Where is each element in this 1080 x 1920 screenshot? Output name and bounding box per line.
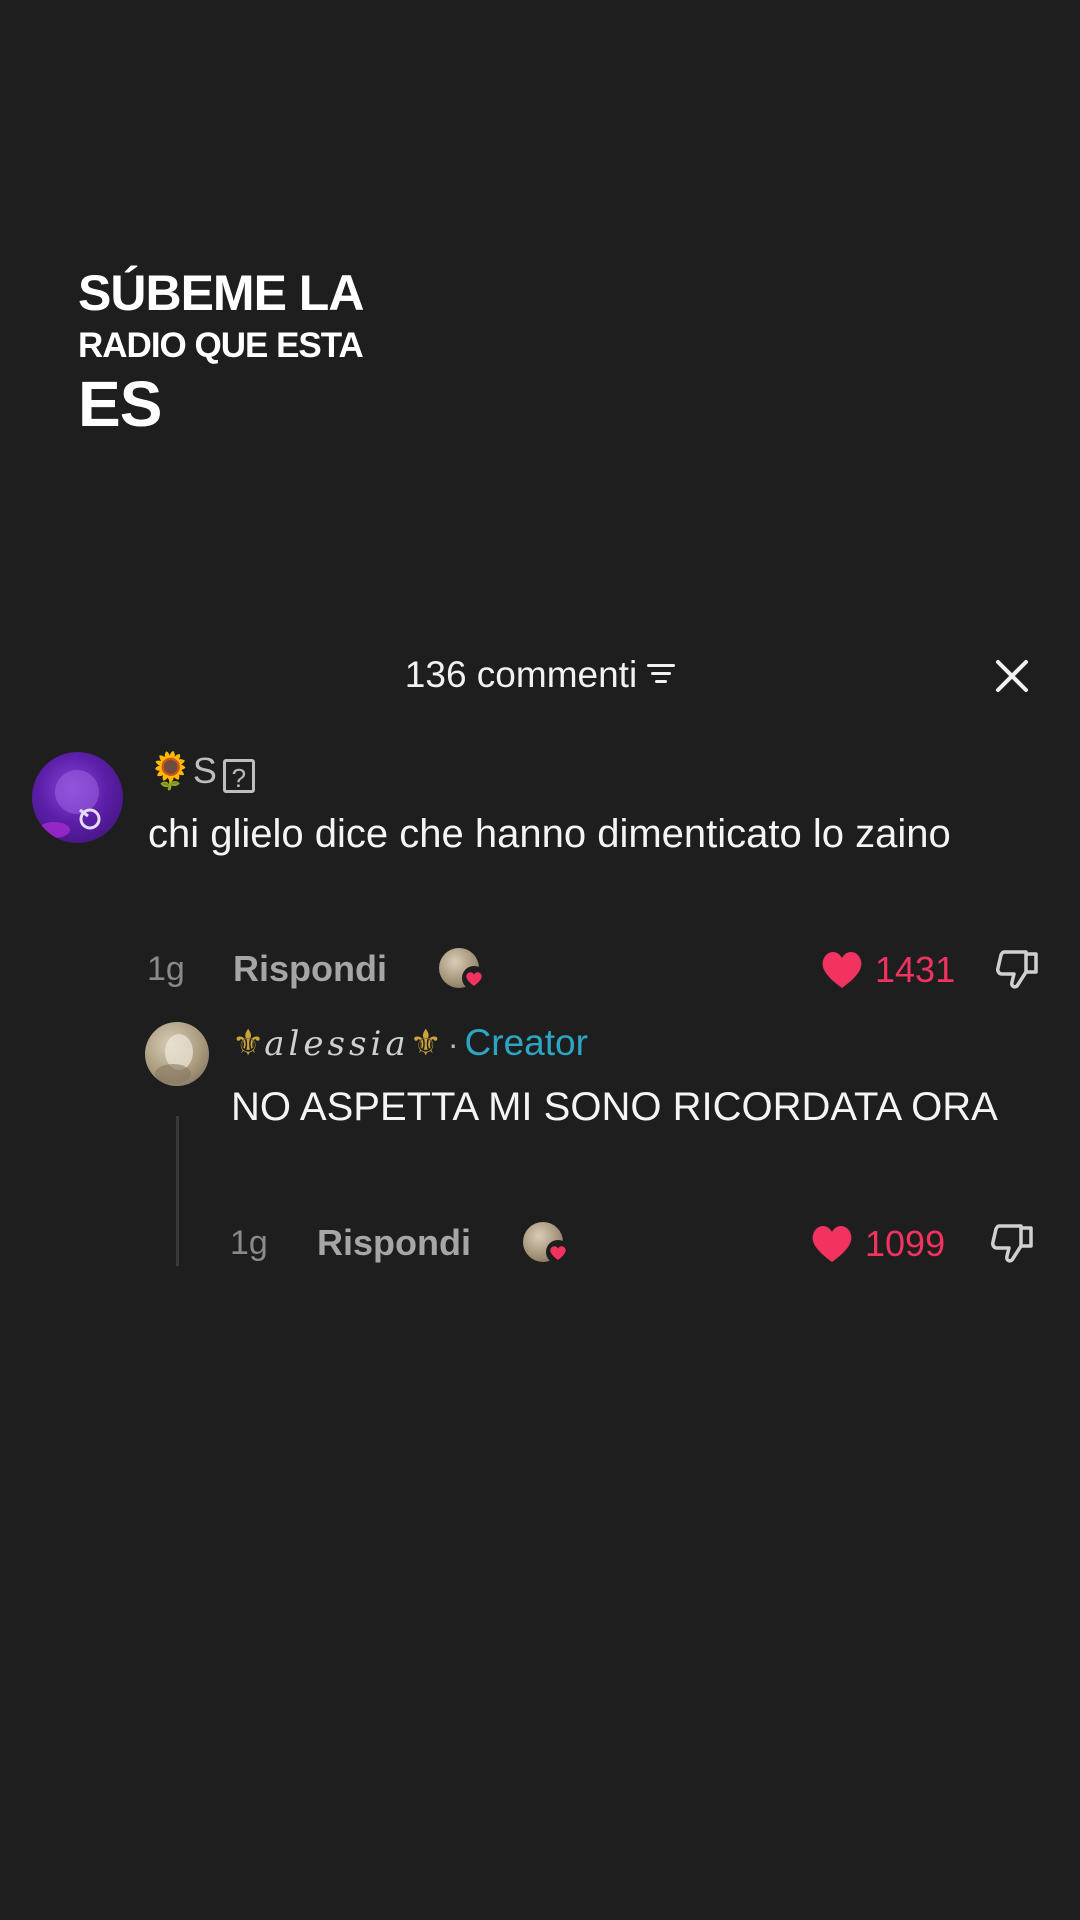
- close-icon[interactable]: [992, 656, 1032, 696]
- comment-text: chi glielo dice che hanno dimenticato lo…: [148, 812, 951, 856]
- dislike-icon[interactable]: [989, 1220, 1035, 1266]
- sort-lines-icon[interactable]: [647, 662, 676, 686]
- like-heart-icon[interactable]: [819, 948, 865, 990]
- like-count: 1099: [865, 1223, 946, 1264]
- comment-username[interactable]: 🌻S?: [148, 750, 255, 793]
- comment-username[interactable]: ⚜alessia⚜ · Creator: [232, 1022, 588, 1064]
- lyric-overlay: SÚBEME LA RADIO QUE ESTA ES: [78, 262, 364, 440]
- comments-header: 136 commenti: [0, 648, 1080, 702]
- fleur-de-lis-icon: ⚜: [409, 1022, 442, 1063]
- dislike-icon[interactable]: [994, 946, 1040, 992]
- comment-text: NO ASPETTA MI SONO RICORDATA ORA: [231, 1085, 998, 1129]
- avatar[interactable]: [32, 752, 123, 843]
- comments-count-button[interactable]: 136 commenti: [0, 654, 1080, 696]
- comment-time: 1g: [230, 1224, 268, 1262]
- creator-badge: Creator: [464, 1022, 588, 1063]
- avatar-image: [38, 770, 101, 838]
- like-count: 1431: [875, 949, 956, 990]
- lyric-line-3: ES: [78, 368, 162, 440]
- comments-count: 136 commenti: [404, 654, 638, 695]
- comment-time: 1g: [147, 950, 185, 988]
- avatar[interactable]: [145, 1022, 209, 1086]
- fleur-de-lis-icon: ⚜: [232, 1022, 265, 1063]
- like-heart-icon[interactable]: [809, 1222, 855, 1264]
- heart-icon: [546, 1240, 570, 1264]
- comments-screen: SÚBEME LA RADIO QUE ESTA ES 136 commenti: [0, 0, 1080, 1920]
- username-text: alessia: [264, 1024, 410, 1064]
- lyric-line-1: SÚBEME LA: [78, 265, 364, 321]
- avatar-image: [155, 1034, 193, 1084]
- unknown-glyph-icon: ?: [222, 759, 255, 793]
- username-text: 🌻S: [148, 750, 217, 791]
- reply-button[interactable]: Rispondi: [317, 1222, 471, 1264]
- separator-dot: ·: [447, 1026, 459, 1062]
- heart-icon: [462, 966, 486, 990]
- lyric-line-2: RADIO QUE ESTA: [78, 326, 364, 365]
- thread-line: [176, 1116, 179, 1266]
- reply-button[interactable]: Rispondi: [233, 948, 387, 990]
